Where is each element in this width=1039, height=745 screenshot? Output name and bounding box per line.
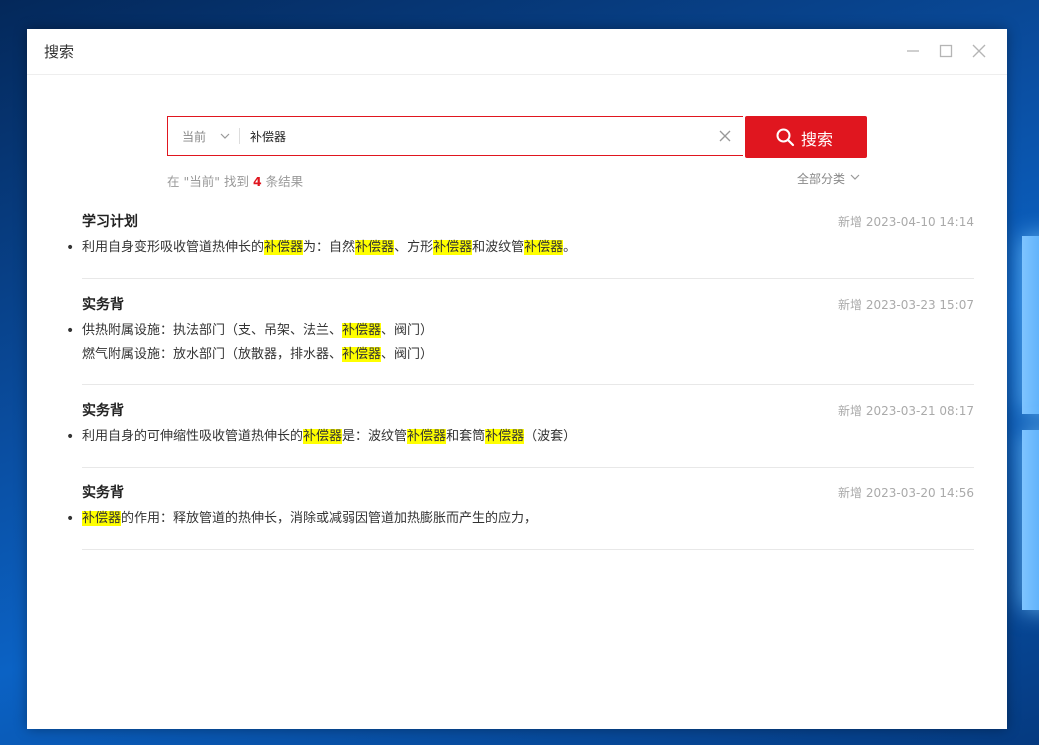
result-date: 新增 2023-04-10 14:14 — [838, 215, 974, 229]
highlighted-term: 补偿器 — [264, 240, 304, 255]
snippet-text: 利用自身的可伸缩性吸收管道热伸长的 — [82, 429, 304, 444]
result-date: 新增 2023-03-21 08:17 — [838, 404, 974, 418]
result-date: 新增 2023-03-20 14:56 — [838, 486, 974, 500]
snippet-text: 的作用：释放管道的热伸长，消除或减弱因管道加热膨胀而产生的应力， — [121, 511, 538, 526]
snippet-text: 是：波纹管 — [342, 429, 408, 444]
highlighted-term: 补偿器 — [407, 429, 447, 444]
category-filter[interactable]: 全部分类 — [797, 170, 861, 187]
chevron-down-icon[interactable] — [218, 128, 232, 142]
result-item[interactable]: 实务背 新增 2023-03-23 15:07 • 供热附属设施：执法部门（支、吊… — [66, 294, 974, 385]
clear-icon[interactable] — [716, 127, 734, 145]
snippet-text: 和波纹管 — [472, 240, 525, 255]
result-title: 学习计划 — [82, 214, 138, 230]
search-window: 搜索 当前 搜索 — [27, 29, 1007, 729]
snippet-text: 、阀门） — [381, 323, 434, 338]
result-snippet: • 供热附属设施：执法部门（支、吊架、法兰、补偿器、阀门） 燃气附属设施：放水部门（… — [66, 319, 434, 367]
snippet-line: • 补偿器的作用：释放管道的热伸长，消除或减弱因管道加热膨胀而产生的应力， — [66, 507, 538, 531]
highlighted-term: 补偿器 — [485, 429, 525, 444]
desktop-background: 搜索 当前 搜索 — [0, 0, 1039, 745]
bullet-icon: • — [66, 511, 75, 527]
result-date: 新增 2023-03-23 15:07 — [838, 298, 974, 312]
snippet-text: 为：自然 — [303, 240, 356, 255]
result-snippet: • 利用自身变形吸收管道热伸长的补偿器为：自然补偿器、方形补偿器和波纹管补偿器。 — [66, 236, 577, 260]
result-snippet: • 补偿器的作用：释放管道的热伸长，消除或减弱因管道加热膨胀而产生的应力， — [66, 507, 538, 531]
search-input[interactable] — [248, 124, 702, 148]
search-icon — [775, 127, 795, 147]
snippet-text: 、阀门） — [381, 347, 434, 362]
snippet-text: 利用自身变形吸收管道热伸长的 — [82, 240, 265, 255]
highlighted-term: 补偿器 — [342, 347, 382, 362]
snippet-line: • 利用自身变形吸收管道热伸长的补偿器为：自然补偿器、方形补偿器和波纹管补偿器。 — [66, 236, 577, 260]
result-title: 实务背 — [82, 297, 124, 313]
snippet-text: 和套筒 — [446, 429, 486, 444]
search-button[interactable]: 搜索 — [745, 116, 867, 158]
scope-divider — [239, 128, 240, 144]
snippet-text: 供热附属设施：执法部门（支、吊架、法兰、 — [82, 323, 343, 338]
category-filter-label: 全部分类 — [797, 172, 846, 186]
result-item[interactable]: 实务背 新增 2023-03-21 08:17 • 利用自身的可伸缩性吸收管道热伸… — [66, 400, 974, 468]
windows-logo-pane-bottom — [1022, 430, 1039, 610]
window-title: 搜索 — [44, 43, 75, 61]
search-button-label: 搜索 — [801, 130, 834, 149]
summary-suffix: 条结果 — [265, 174, 304, 189]
result-item[interactable]: 实务背 新增 2023-03-20 14:56 • 补偿器的作用：释放管道的热伸长… — [66, 482, 974, 550]
maximize-icon[interactable] — [937, 42, 955, 60]
highlighted-term: 补偿器 — [342, 323, 382, 338]
bullet-icon: • — [66, 323, 75, 339]
close-icon[interactable] — [970, 42, 988, 60]
windows-logo-pane-top — [1022, 236, 1039, 414]
snippet-text: （波套） — [524, 429, 577, 444]
result-title: 实务背 — [82, 485, 124, 501]
result-count: 4 — [252, 174, 262, 189]
snippet-text: 、方形 — [394, 240, 434, 255]
bullet-icon: • — [66, 429, 75, 445]
highlighted-term: 补偿器 — [433, 240, 473, 255]
snippet-line: • 利用自身的可伸缩性吸收管道热伸长的补偿器是：波纹管补偿器和套筒补偿器（波套） — [66, 425, 577, 449]
search-box: 当前 — [167, 116, 743, 156]
scope-select[interactable]: 当前 — [182, 128, 206, 145]
snippet-text: 燃气附属设施：放水部门（放散器，排水器、 — [82, 347, 343, 362]
result-snippet: • 利用自身的可伸缩性吸收管道热伸长的补偿器是：波纹管补偿器和套筒补偿器（波套） — [66, 425, 577, 449]
minimize-icon[interactable] — [904, 42, 922, 60]
highlighted-term: 补偿器 — [82, 511, 122, 526]
bullet-icon: • — [66, 240, 75, 256]
chevron-down-icon — [849, 171, 861, 186]
snippet-line: • 供热附属设施：执法部门（支、吊架、法兰、补偿器、阀门） — [66, 319, 434, 343]
snippet-line: 燃气附属设施：放水部门（放散器，排水器、补偿器、阀门） — [82, 343, 433, 367]
result-summary: 在 "当前" 找到 4 条结果 — [167, 171, 303, 190]
result-item[interactable]: 学习计划 新增 2023-04-10 14:14 • 利用自身变形吸收管道热伸长的… — [66, 211, 974, 279]
snippet-text: 。 — [563, 240, 577, 255]
summary-prefix: 在 "当前" 找到 — [167, 174, 249, 189]
title-bar: 搜索 — [27, 29, 1007, 75]
highlighted-term: 补偿器 — [524, 240, 564, 255]
result-title: 实务背 — [82, 403, 124, 419]
highlighted-term: 补偿器 — [303, 429, 343, 444]
highlighted-term: 补偿器 — [355, 240, 395, 255]
